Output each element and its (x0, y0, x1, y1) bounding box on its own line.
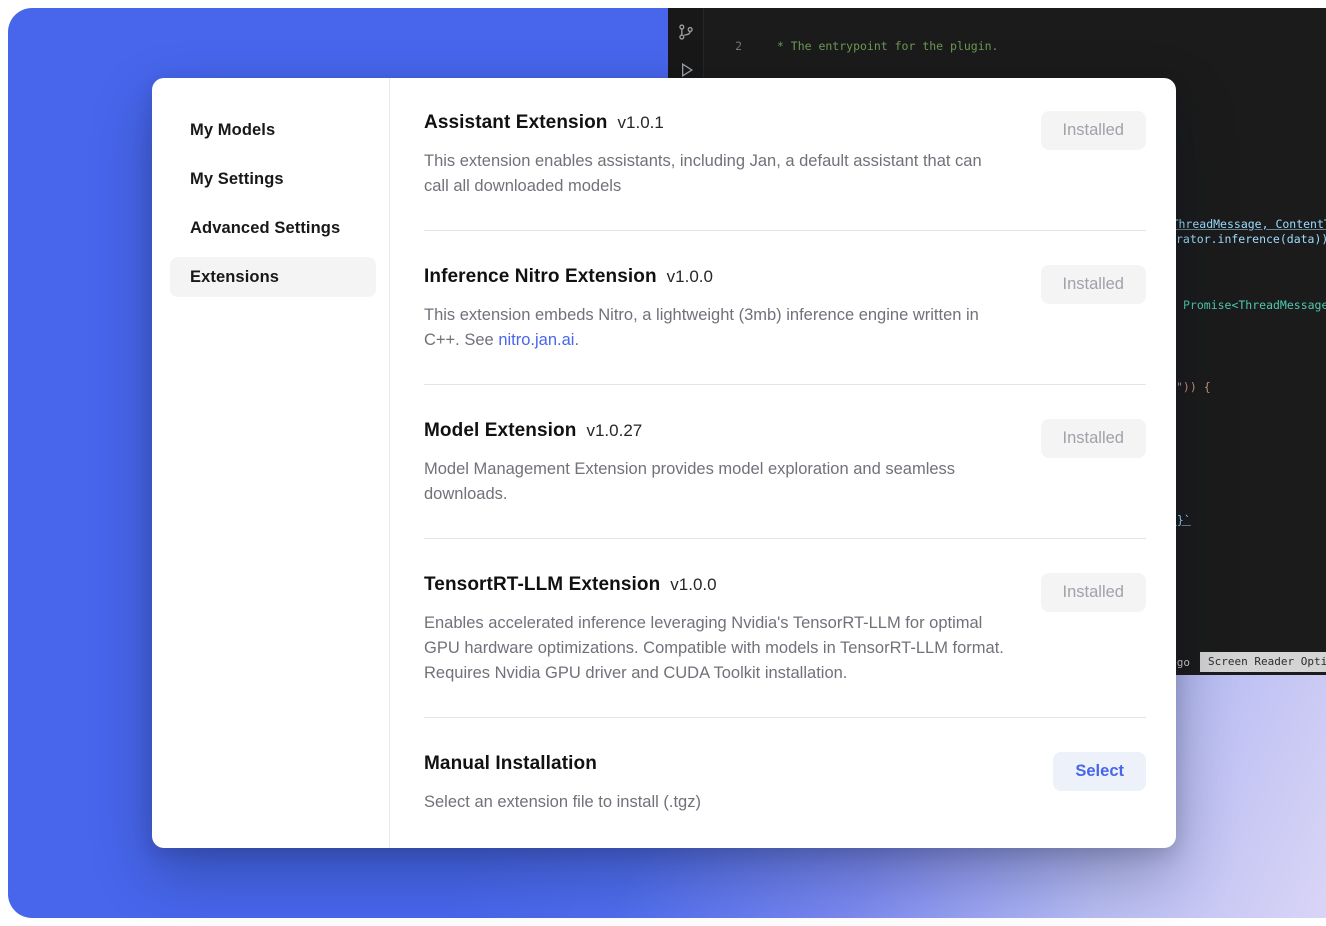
extension-title: Inference Nitro Extension (424, 266, 657, 287)
description-text: . (574, 331, 579, 349)
source-control-icon[interactable] (676, 22, 696, 42)
sidebar-item-extensions[interactable]: Extensions (170, 257, 376, 297)
code-fragment: Promise<ThreadMessage> (1183, 297, 1326, 313)
extension-info: Inference Nitro Extension v1.0.0 This ext… (424, 265, 1009, 353)
extension-title-row: Inference Nitro Extension v1.0.0 (424, 265, 1009, 290)
installed-button[interactable]: Installed (1041, 573, 1146, 612)
code-text: * The entrypoint for the plugin. (770, 38, 998, 55)
run-debug-icon[interactable] (676, 60, 696, 80)
extension-item-assistant: Assistant Extension v1.0.1 This extension… (424, 111, 1146, 230)
status-text: go (1177, 656, 1190, 669)
extension-version: v1.0.27 (586, 421, 642, 440)
extension-title-row: TensortRT-LLM Extension v1.0.0 (424, 573, 1009, 598)
sidebar-item-my-models[interactable]: My Models (170, 110, 376, 150)
extension-description: This extension embeds Nitro, a lightweig… (424, 303, 1009, 353)
extension-version: v1.0.0 (670, 575, 716, 594)
settings-modal: My Models My Settings Advanced Settings … (152, 78, 1176, 848)
extension-info: Assistant Extension v1.0.1 This extension… (424, 111, 1009, 199)
extension-description: Model Management Extension provides mode… (424, 457, 1009, 507)
manual-installation-title-row: Manual Installation (424, 752, 701, 777)
code-fragment: rator.inference(data)); (1176, 231, 1326, 247)
installed-button[interactable]: Installed (1041, 111, 1146, 150)
editor-status-bar: go Screen Reader Optimized (1177, 652, 1326, 672)
extension-info: Model Extension v1.0.27 Model Management … (424, 419, 1009, 507)
extension-title-row: Assistant Extension v1.0.1 (424, 111, 1009, 136)
extension-item-model: Model Extension v1.0.27 Model Management … (424, 384, 1146, 538)
extension-description: Enables accelerated inference leveraging… (424, 611, 1009, 686)
screen-reader-status-chip[interactable]: Screen Reader Optimized (1200, 652, 1326, 672)
code-line: 2 * The entrypoint for the plugin. (704, 38, 1326, 55)
extension-info: Manual Installation Select an extension … (424, 752, 701, 815)
extension-version: v1.0.1 (618, 113, 664, 132)
extension-title-row: Model Extension v1.0.27 (424, 419, 1009, 444)
extensions-panel: Assistant Extension v1.0.1 This extension… (390, 78, 1176, 848)
screenshot-canvas: 2 * The entrypoint for the plugin. 3 */ … (0, 0, 1326, 926)
extension-item-inference-nitro: Inference Nitro Extension v1.0.0 This ext… (424, 230, 1146, 384)
installed-button[interactable]: Installed (1041, 265, 1146, 304)
sidebar-item-advanced-settings[interactable]: Advanced Settings (170, 208, 376, 248)
code-fragment: ")) { (1176, 379, 1211, 395)
extension-version: v1.0.0 (667, 267, 713, 286)
extension-title: Model Extension (424, 420, 576, 441)
manual-installation-description: Select an extension file to install (.tg… (424, 790, 701, 815)
settings-sidebar: My Models My Settings Advanced Settings … (152, 78, 390, 848)
select-file-button[interactable]: Select (1053, 752, 1146, 791)
sidebar-item-my-settings[interactable]: My Settings (170, 159, 376, 199)
manual-installation-section: Manual Installation Select an extension … (424, 717, 1146, 846)
extension-item-tensorrt-llm: TensortRT-LLM Extension v1.0.0 Enables ac… (424, 538, 1146, 717)
line-number: 2 (704, 38, 742, 55)
manual-installation-title: Manual Installation (424, 753, 597, 774)
extension-title: Assistant Extension (424, 112, 608, 133)
extension-description: This extension enables assistants, inclu… (424, 149, 1009, 199)
extension-info: TensortRT-LLM Extension v1.0.0 Enables ac… (424, 573, 1009, 686)
extension-title: TensortRT-LLM Extension (424, 574, 660, 595)
installed-button[interactable]: Installed (1041, 419, 1146, 458)
nitro-jan-ai-link[interactable]: nitro.jan.ai (498, 331, 574, 349)
